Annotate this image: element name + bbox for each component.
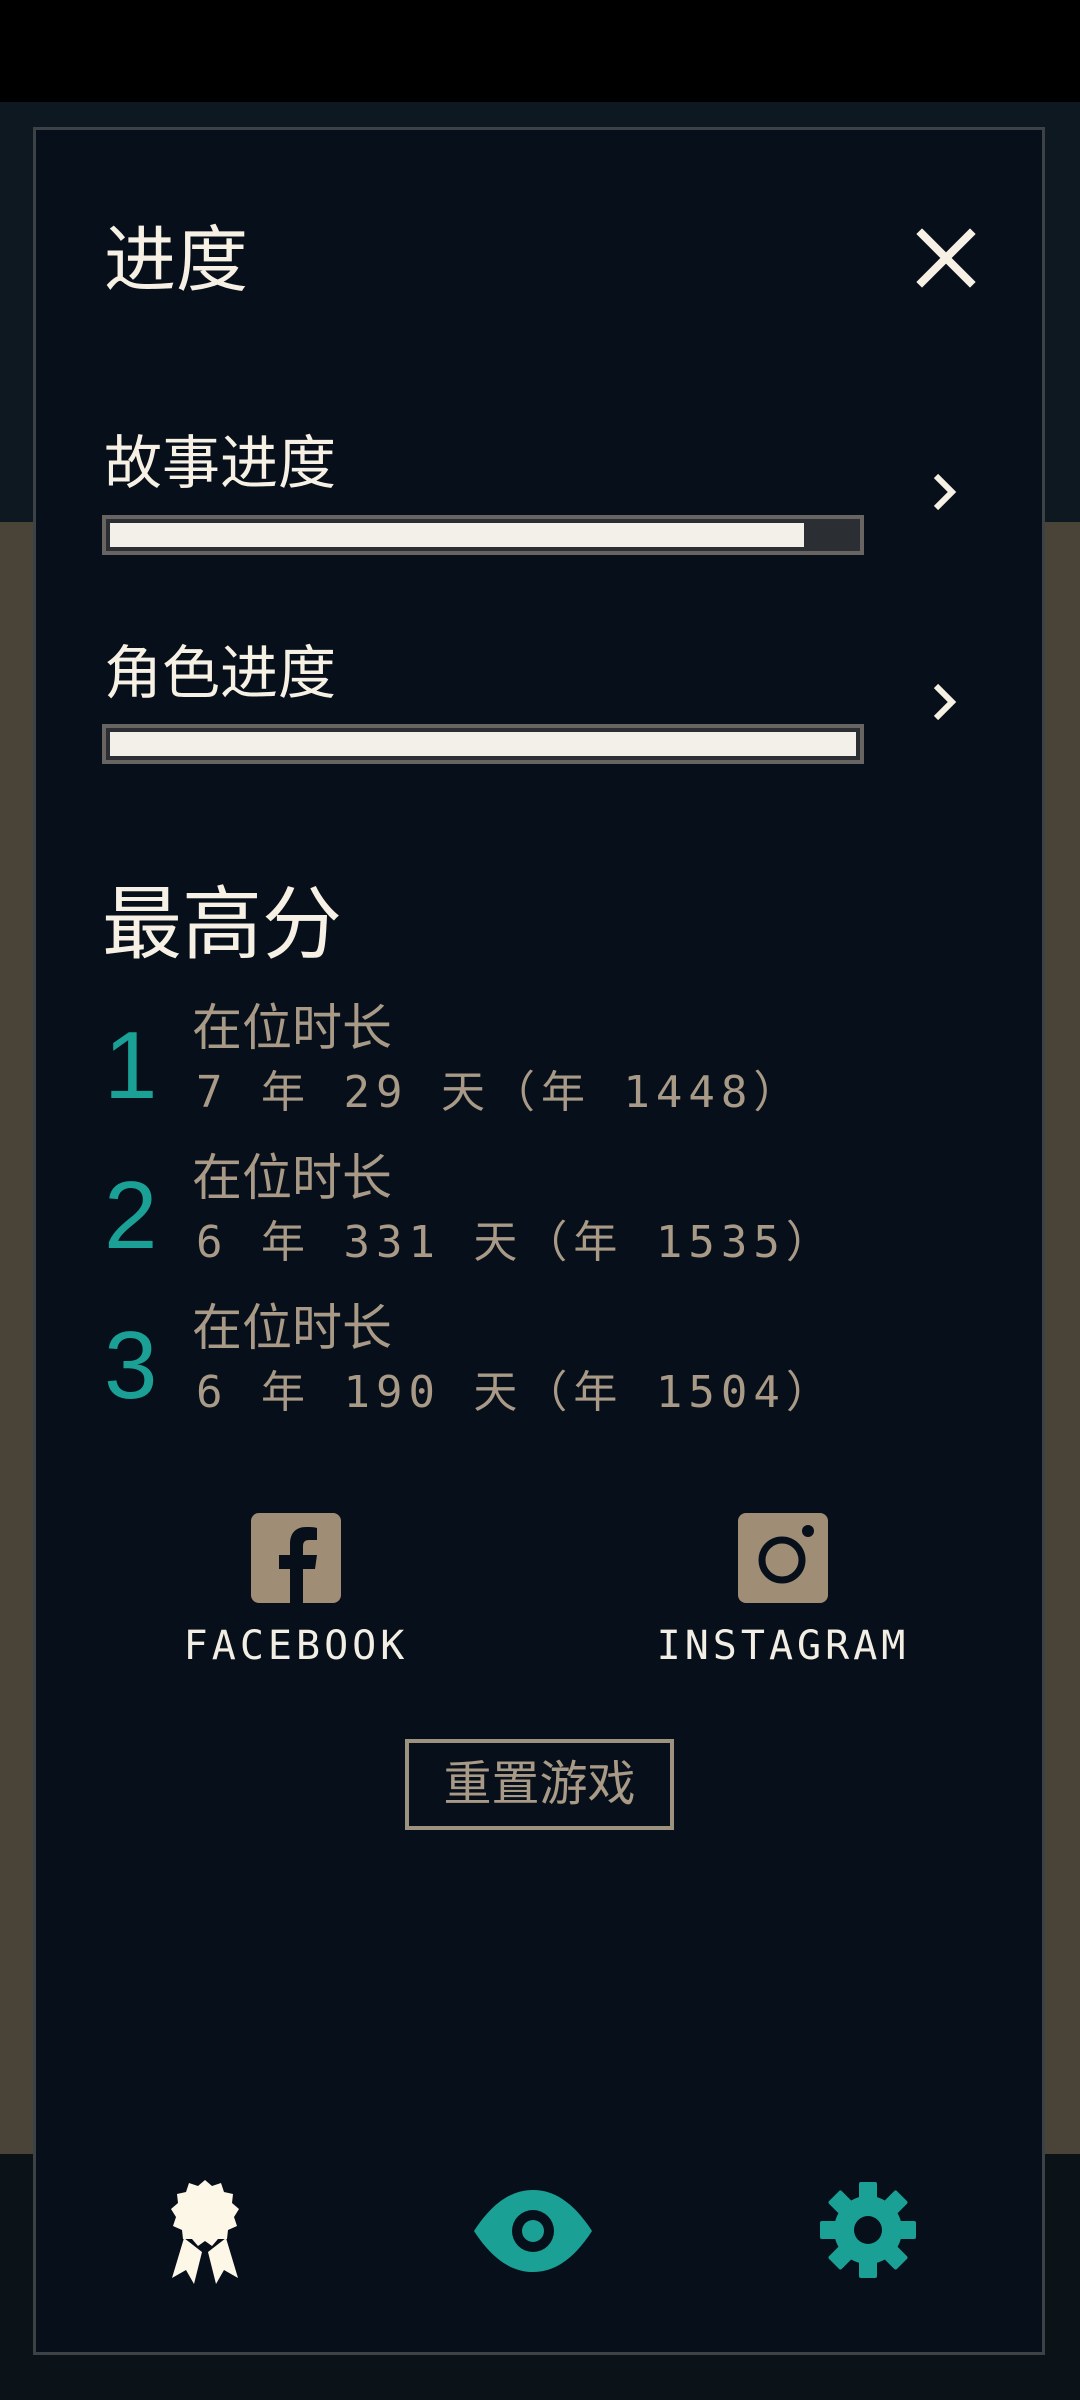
score-value: 6 年 190 天（年 1504） — [196, 1367, 836, 1418]
facebook-label: FACEBOOK — [183, 1623, 409, 1669]
score-value: 7 年 29 天（年 1448） — [196, 1067, 804, 1118]
score-label: 在位时长 — [192, 1149, 392, 1207]
facebook-link[interactable]: FACEBOOK — [166, 1513, 426, 1669]
award-ribbon-icon[interactable] — [166, 2178, 244, 2286]
score-label: 在位时长 — [192, 1299, 392, 1357]
gear-icon[interactable] — [820, 2182, 916, 2278]
high-scores-title: 最高分 — [102, 878, 342, 971]
character-progress-bar — [102, 724, 864, 764]
score-value: 6 年 331 天（年 1535） — [196, 1217, 836, 1268]
story-progress-fill — [110, 523, 804, 547]
story-progress-bar — [102, 515, 864, 555]
score-rank: 1 — [104, 1012, 158, 1119]
story-progress-label: 故事进度 — [104, 429, 337, 497]
instagram-label: INSTAGRAM — [656, 1623, 910, 1669]
status-bar — [0, 0, 1080, 102]
facebook-icon — [251, 1513, 341, 1603]
eye-icon[interactable] — [472, 2188, 594, 2274]
score-rank: 3 — [104, 1312, 158, 1419]
instagram-icon — [738, 1513, 828, 1603]
character-progress-label: 角色进度 — [104, 639, 337, 707]
close-icon[interactable] — [910, 222, 982, 294]
reset-game-button[interactable]: 重置游戏 — [405, 1739, 674, 1830]
score-label: 在位时长 — [192, 999, 392, 1057]
chevron-right-icon[interactable] — [930, 680, 960, 724]
instagram-link[interactable]: INSTAGRAM — [653, 1513, 913, 1669]
score-rank: 2 — [104, 1162, 158, 1269]
chevron-right-icon[interactable] — [930, 470, 960, 514]
dialog-title: 进度 — [104, 218, 249, 302]
character-progress-fill — [110, 732, 856, 756]
